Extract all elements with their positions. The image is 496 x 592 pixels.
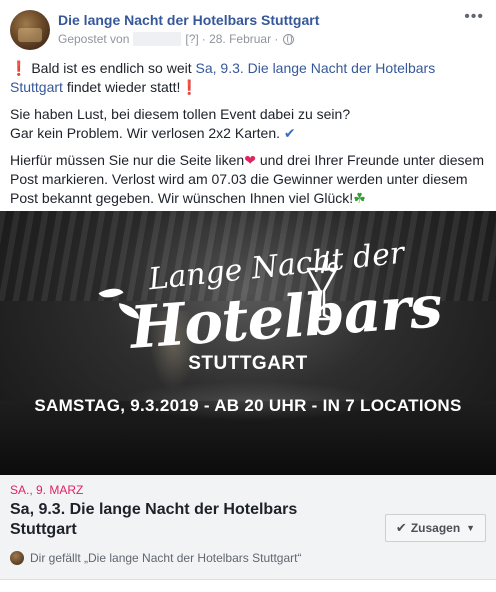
- info-marker[interactable]: [?]: [185, 32, 198, 46]
- text-span: Gar kein Problem. Wir verlosen 2x2 Karte…: [10, 125, 280, 141]
- event-card[interactable]: SA., 9. MARZ Sa, 9.3. Die lange Nacht de…: [0, 475, 496, 580]
- clover-icon: ☘: [353, 190, 366, 206]
- event-banner-image[interactable]: Lange Nacht der Hotelbars STUTTGART SAMS…: [0, 211, 496, 475]
- cocktail-icon: [306, 250, 338, 321]
- text-span: Sie haben Lust, bei diesem tollen Event …: [10, 106, 351, 122]
- check-icon: ✔: [395, 520, 407, 535]
- paragraph-2: Sie haben Lust, bei diesem tollen Event …: [10, 105, 486, 143]
- check-icon: ✔: [283, 125, 296, 141]
- exclamation-icon: ❗: [10, 60, 28, 76]
- post-header: Die lange Nacht der Hotelbars Stuttgart …: [10, 9, 486, 52]
- post-meta: Gepostet von [?] · 28. Februar ·: [58, 32, 295, 46]
- like-status-text: Dir gefällt „Die lange Nacht der Hotelba…: [30, 551, 302, 565]
- redacted-author: [133, 32, 182, 46]
- more-options-icon[interactable]: •••: [464, 9, 484, 25]
- chevron-down-icon: ▼: [466, 523, 476, 533]
- event-logo: Lange Nacht der Hotelbars: [0, 211, 496, 475]
- leaf-icon: [98, 282, 124, 304]
- page-avatar[interactable]: [10, 10, 50, 50]
- post-text: ❗ Bald ist es endlich so weit Sa, 9.3. D…: [10, 59, 486, 216]
- page-mini-avatar: [10, 551, 24, 565]
- event-date: SA., 9. MARZ: [10, 483, 84, 497]
- text-span: Bald ist es endlich so weit: [31, 60, 192, 76]
- join-event-button[interactable]: ✔ Zusagen ▼: [385, 514, 486, 542]
- facebook-post: Die lange Nacht der Hotelbars Stuttgart …: [0, 0, 496, 592]
- posted-by-label: Gepostet von: [58, 32, 130, 46]
- text-span: Hierfür müssen Sie nur die Seite liken: [10, 152, 245, 168]
- heart-icon: ❤: [244, 152, 256, 168]
- banner-city: STUTTGART: [188, 353, 308, 374]
- paragraph-1: ❗ Bald ist es endlich so weit Sa, 9.3. D…: [10, 59, 486, 97]
- banner-date-line: SAMSTAG, 9.3.2019 - AB 20 UHR - IN 7 LOC…: [34, 396, 462, 415]
- page-name-link[interactable]: Die lange Nacht der Hotelbars Stuttgart: [58, 12, 319, 28]
- post-date[interactable]: · 28. Februar ·: [202, 32, 279, 46]
- paragraph-3: Hierfür müssen Sie nur die Seite liken❤ …: [10, 151, 486, 208]
- globe-icon: [283, 33, 295, 45]
- page-like-row: Dir gefällt „Die lange Nacht der Hotelba…: [10, 551, 301, 565]
- event-title[interactable]: Sa, 9.3. Die lange Nacht der Hotelbars S…: [10, 500, 310, 540]
- exclamation-icon: ❗: [180, 79, 198, 95]
- join-button-label: Zusagen: [410, 521, 461, 535]
- text-span: findet wieder statt!: [66, 79, 181, 95]
